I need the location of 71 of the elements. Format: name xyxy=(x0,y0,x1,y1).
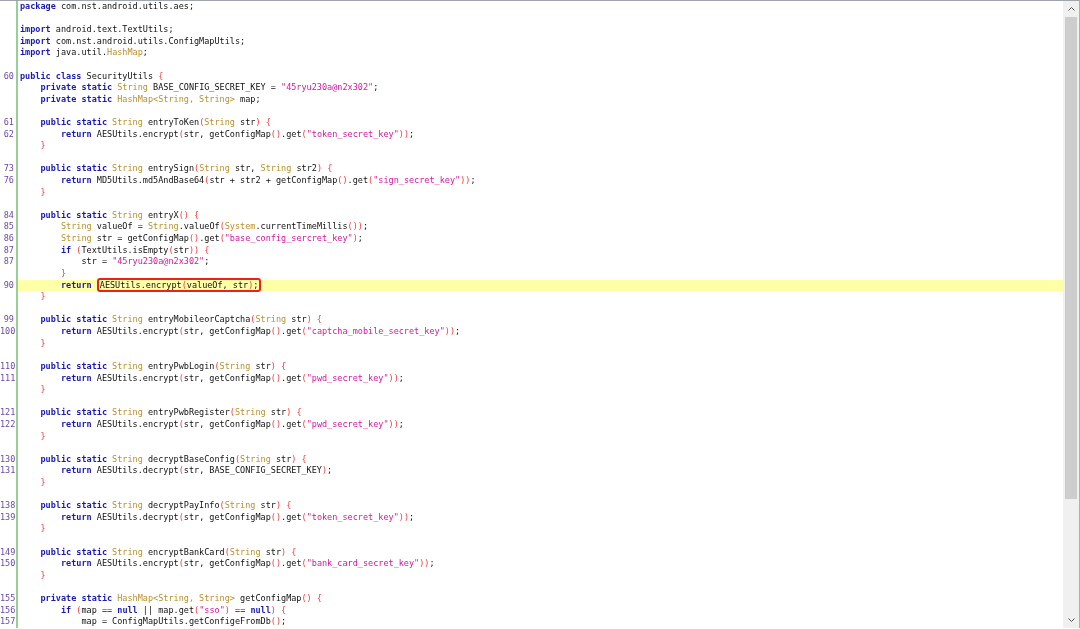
code-line: public class SecurityUtils { xyxy=(19,70,165,82)
code-line: str = "45ryu230a@n2x302"; xyxy=(80,256,211,269)
line-number: 139 xyxy=(0,511,16,522)
line-number: 84 xyxy=(3,209,14,220)
line-number: 60 xyxy=(3,70,14,81)
code-line: public static String entryPwbRegister(String str) { xyxy=(39,407,303,419)
code-line: String str = getConfigMap().get("base_config_sercret_key"); xyxy=(59,233,364,245)
code-line: } xyxy=(39,186,47,199)
line-number: 85 xyxy=(3,221,14,232)
line-number: 99 xyxy=(3,314,14,325)
code-line: return AESUtils.decrypt(str, BASE_CONFIG_SECRET_KEY); xyxy=(59,465,334,477)
line-number: 131 xyxy=(0,465,16,476)
line-number: 157 xyxy=(0,616,16,627)
line-number: 121 xyxy=(0,407,16,418)
line-number: 86 xyxy=(3,233,14,244)
code-line: import java.util.HashMap; xyxy=(19,47,149,60)
line-number: 87 xyxy=(3,244,14,255)
line-number: 111 xyxy=(0,372,16,383)
code-line: public static String entryPwbLogin(String str) { xyxy=(39,360,288,373)
line-number: 87 xyxy=(3,256,14,267)
line-number: 156 xyxy=(0,604,16,615)
code-line: return AESUtils.encrypt(str, getConfigMap().get("pwd_secret_key")); xyxy=(59,418,405,431)
code-line: return MD5Utils.md5AndBase64(str + str2 + getConfigMap().get("sign_secret_key")); xyxy=(59,175,477,187)
code-line: } xyxy=(39,477,47,489)
code-line: } xyxy=(59,268,68,280)
code-line: private static HashMap<String, String> getConfigMap() { xyxy=(39,593,323,605)
line-number: 73 xyxy=(3,163,14,174)
line-number: 62 xyxy=(3,128,14,139)
code-line: return AESUtils.encrypt(str, getConfigMap().get("captcha_mobile_secret_key")); xyxy=(59,326,462,338)
code-line: public static String encryptBankCard(String str) { xyxy=(39,546,298,559)
line-number: 155 xyxy=(0,593,16,603)
code-line: private static String BASE_CONFIG_SECRET_KEY = "45ryu230a@n2x302"; xyxy=(39,82,380,94)
line-number: 61 xyxy=(3,117,14,127)
code-line: if (map == null || map.get("sso") == null) { xyxy=(59,604,288,617)
code-line: } xyxy=(39,384,47,396)
scrollbar[interactable] xyxy=(1063,1,1079,628)
code-line: public static String entryToKen(String str) { xyxy=(39,117,272,129)
code-line: } xyxy=(39,337,47,350)
scrollbar-thumb[interactable] xyxy=(1065,17,1077,499)
code-line: String valueOf = String.valueOf(System.currentTimeMillis()); xyxy=(59,221,370,234)
code-line: } xyxy=(39,291,47,303)
code-line: package com.nst.android.utils.aes; xyxy=(19,1,195,13)
line-number: 76 xyxy=(3,175,14,186)
code-line: public static String decryptBaseConfig(String str) { xyxy=(39,453,308,466)
code-line: return AESUtils.encrypt(str, getConfigMap().get("bank_card_secret_key")); xyxy=(59,558,436,570)
code-line: } xyxy=(39,569,47,582)
code-line: return AESUtils.decrypt(str, getConfigMap().get("token_secret_key")); xyxy=(59,511,416,524)
code-line: public static String entryX() { xyxy=(39,209,201,222)
code-line: private static HashMap<String, String> map; xyxy=(39,93,262,106)
code-line: return AESUtils.encrypt(str, getConfigMap().get("token_secret_key")); xyxy=(59,128,416,141)
line-number: 110 xyxy=(0,360,16,371)
line-number: 130 xyxy=(0,453,16,464)
code-line: public static String decryptPayInfo(String str) { xyxy=(39,500,293,512)
caret-down-icon xyxy=(1067,618,1075,622)
code-line: import com.nst.android.utils.ConfigMapUtils; xyxy=(19,35,247,47)
code-line: import android.text.TextUtils; xyxy=(19,24,175,36)
code-line: map = ConfigMapUtils.getConfigeFromDb(); xyxy=(80,616,288,628)
line-number: 90 xyxy=(3,279,14,290)
line-number: 122 xyxy=(0,418,16,429)
code-line: public static String entrySign(String str, String str2) { xyxy=(39,163,334,176)
code-line: return AESUtils.encrypt(str, getConfigMap().get("pwd_secret_key")); xyxy=(59,372,405,385)
code-line: if (TextUtils.isEmpty(str)) { xyxy=(59,244,211,257)
line-number: 138 xyxy=(0,500,16,511)
code-line: } xyxy=(39,430,47,443)
code-line: public static String entryMobileorCaptcha(String str) { xyxy=(39,314,323,327)
line-number: 150 xyxy=(0,558,16,569)
caret-up-icon xyxy=(1067,7,1075,11)
line-number: 149 xyxy=(0,546,16,557)
line-number: 100 xyxy=(0,326,16,337)
code-line: } xyxy=(39,523,47,536)
code-line: } xyxy=(39,140,47,152)
